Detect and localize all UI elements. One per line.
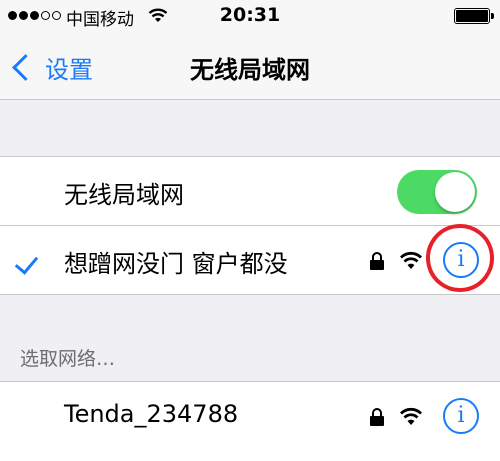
toggle-knob — [435, 172, 475, 212]
connected-network-name: 想蹭网没门 窗户都没 — [64, 250, 288, 278]
network-list: Tenda_234788 i — [0, 381, 500, 461]
wifi-signal-icon — [400, 251, 422, 269]
status-time: 20:31 — [219, 4, 281, 26]
wifi-toggle-switch[interactable] — [397, 170, 477, 214]
network-row[interactable]: Tenda_234788 i — [0, 382, 500, 450]
wifi-signal-icon — [400, 407, 422, 425]
network-name: Tenda_234788 — [64, 400, 239, 428]
navigation-bar: 设置 无线局域网 — [0, 32, 500, 100]
wifi-toggle-row: 无线局域网 — [0, 157, 500, 225]
battery-icon — [454, 8, 494, 24]
checkmark-icon — [14, 250, 39, 275]
choose-network-header: 选取网络… — [20, 348, 116, 370]
page-title: 无线局域网 — [190, 56, 310, 84]
status-bar: 中国移动 20:31 — [0, 0, 500, 32]
lock-icon — [370, 252, 384, 270]
wifi-toggle-label: 无线局域网 — [64, 181, 184, 209]
wifi-settings-group: 无线局域网 想蹭网没门 窗户都没 i — [0, 156, 500, 295]
info-icon[interactable]: i — [443, 398, 479, 434]
lock-icon — [370, 408, 384, 426]
